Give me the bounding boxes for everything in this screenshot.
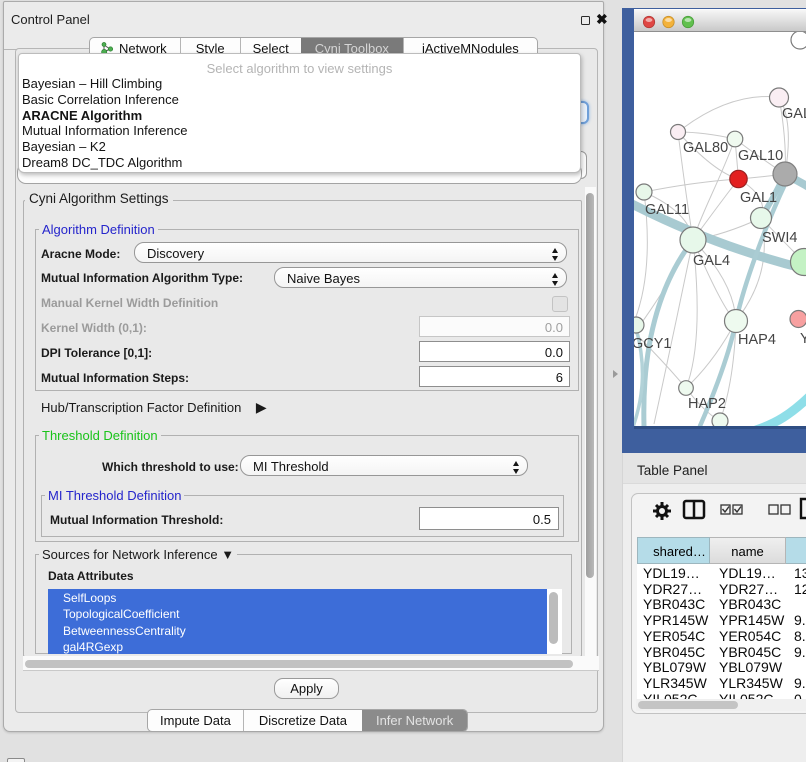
svg-text:GCY1: GCY1 xyxy=(634,336,672,352)
svg-text:GAL11: GAL11 xyxy=(645,202,689,218)
svg-text:HAP4: HAP4 xyxy=(738,332,776,348)
svg-text:YD: YD xyxy=(800,331,806,347)
svg-text:GAL80: GAL80 xyxy=(683,140,728,156)
svg-text:GAL4: GAL4 xyxy=(693,253,730,269)
svg-text:GAL1: GAL1 xyxy=(740,190,777,206)
svg-text:HAP2: HAP2 xyxy=(688,396,726,412)
svg-text:GAL10: GAL10 xyxy=(738,148,783,164)
svg-text:SWI4: SWI4 xyxy=(762,230,797,246)
svg-text:GAL7: GAL7 xyxy=(782,106,806,122)
